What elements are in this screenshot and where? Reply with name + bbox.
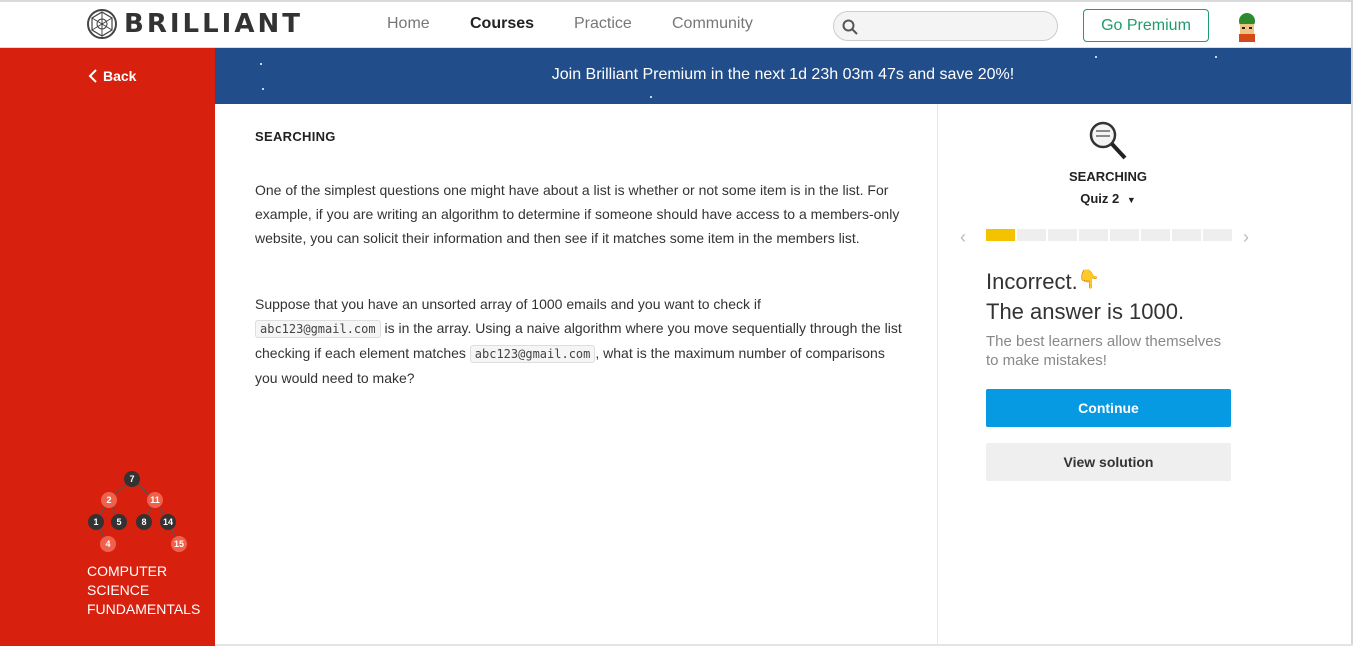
tree-node: 5 (116, 517, 121, 527)
progress-segment (986, 229, 1015, 241)
result-heading: Incorrect.👇 (986, 269, 1100, 295)
progress-segment (1172, 229, 1201, 241)
problem-paragraph-2: Suppose that you have an unsorted array … (255, 292, 905, 390)
quiz-progress (986, 229, 1234, 241)
back-label: Back (103, 68, 137, 84)
search-icon (842, 19, 858, 35)
pointing-down-emoji: 👇 (1077, 269, 1101, 289)
caret-down-icon: ▼ (1126, 195, 1136, 205)
star-decoration (260, 63, 262, 65)
para2-text-a: Suppose that you have an unsorted array … (255, 296, 761, 312)
nav-community[interactable]: Community (672, 15, 753, 33)
star-decoration (1095, 56, 1097, 58)
back-button[interactable]: Back (88, 68, 136, 84)
progress-segment (1017, 229, 1046, 241)
top-nav-bar: BRILLIANT Home Courses Practice Communit… (0, 0, 1353, 48)
inline-code-email: abc123@gmail.com (255, 320, 381, 338)
star-decoration (262, 88, 264, 90)
result-text: Incorrect. (986, 269, 1078, 294)
chevron-left-icon[interactable]: ‹ (960, 227, 966, 248)
tree-node: 11 (150, 495, 160, 505)
brilliant-logo[interactable]: BRILLIANT (86, 8, 303, 40)
nav-home[interactable]: Home (387, 15, 430, 33)
progress-segment (1079, 229, 1108, 241)
tree-node: 7 (129, 474, 134, 484)
quiz-title: SEARCHING (1068, 169, 1147, 184)
chevron-right-icon[interactable]: › (1243, 227, 1249, 248)
progress-segment (1110, 229, 1139, 241)
brand-name: BRILLIANT (124, 9, 303, 39)
encouragement-text: The best learners allow themselves to ma… (986, 333, 1222, 369)
quiz-panel: SEARCHING Quiz 2 ▼ ‹ › Incorrect.👇 The a… (938, 104, 1351, 646)
section-title: SEARCHING (255, 129, 336, 144)
go-premium-button[interactable]: Go Premium (1083, 9, 1209, 42)
course-sidebar: Back 7 2 11 1 5 8 14 4 15 COMPUTER SCIEN… (0, 48, 215, 646)
nav-courses[interactable]: Courses (470, 15, 534, 33)
progress-segment (1203, 229, 1232, 241)
premium-promo-banner[interactable]: Join Brilliant Premium in the next 1d 23… (215, 48, 1351, 104)
inline-code-email: abc123@gmail.com (469, 345, 596, 363)
brilliant-logo-icon (87, 9, 117, 39)
tree-node: 2 (106, 495, 111, 505)
view-solution-button[interactable]: View solution (986, 443, 1231, 481)
magnifier-barcode-icon (1089, 121, 1127, 160)
tree-node: 15 (174, 539, 184, 549)
quiz-subtitle: Quiz 2 (1080, 191, 1120, 206)
star-decoration (1215, 56, 1217, 58)
tree-node: 4 (105, 539, 110, 549)
search-input[interactable] (833, 11, 1058, 41)
progress-segment (1048, 229, 1077, 241)
quiz-selector[interactable]: Quiz 2 ▼ (938, 191, 1278, 206)
chevron-left-icon (88, 69, 97, 83)
continue-button[interactable]: Continue (986, 389, 1231, 427)
tree-node: 14 (163, 517, 173, 527)
problem-paragraph-1: One of the simplest questions one might … (255, 182, 900, 246)
tree-node: 1 (93, 517, 98, 527)
binary-tree-illustration: 7 2 11 1 5 8 14 4 15 (88, 471, 187, 552)
avatar[interactable] (1234, 12, 1260, 44)
nav-practice[interactable]: Practice (574, 15, 632, 33)
course-title[interactable]: COMPUTER SCIENCE FUNDAMENTALS (87, 562, 207, 619)
banner-text: Join Brilliant Premium in the next 1d 23… (551, 66, 1015, 83)
star-decoration (650, 96, 652, 98)
tree-node: 8 (141, 517, 146, 527)
answer-text: The answer is 1000. (986, 299, 1185, 324)
progress-segment (1141, 229, 1170, 241)
